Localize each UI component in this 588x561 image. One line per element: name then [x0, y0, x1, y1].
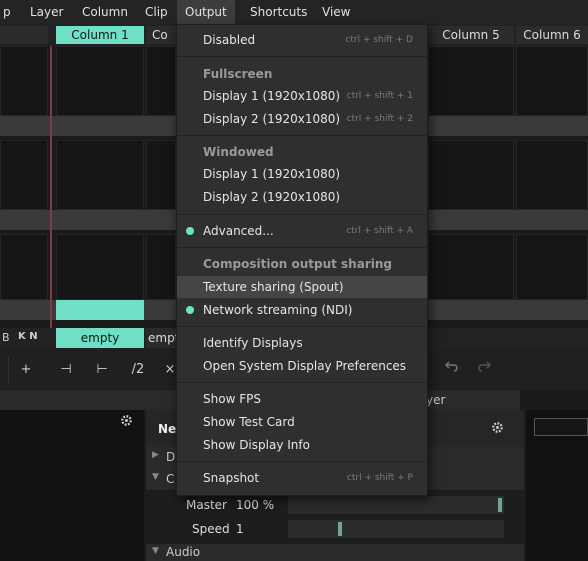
- output-menu: Disabled ctrl + shift + D Fullscreen Dis…: [176, 24, 428, 496]
- clip-slot[interactable]: [146, 234, 176, 300]
- menu-item-open-display-preferences[interactable]: Open System Display Preferences: [177, 355, 427, 377]
- menu-item-fullscreen-display-2[interactable]: Display 2 (1920x1080) ctrl + shift + 2: [177, 108, 427, 130]
- menu-separator: [177, 326, 427, 327]
- menu-separator: [177, 382, 427, 383]
- menu-item-identify-displays[interactable]: Identify Displays: [177, 332, 427, 354]
- search-input[interactable]: [534, 418, 588, 436]
- trim-out-button[interactable]: ⊢: [88, 356, 116, 384]
- menu-item-snapshot[interactable]: Snapshot ctrl + shift + P: [177, 467, 427, 489]
- menu-separator: [177, 247, 427, 248]
- undo-icon[interactable]: [440, 356, 464, 384]
- menu-separator: [177, 461, 427, 462]
- clip-nav-icon[interactable]: K N: [18, 331, 38, 342]
- column-header-2[interactable]: Co: [146, 26, 176, 44]
- section-label: C: [166, 472, 175, 486]
- panel-tab-empty[interactable]: [520, 390, 588, 410]
- menu-header-output-sharing: Composition output sharing: [203, 257, 392, 271]
- section-label: D: [166, 450, 176, 464]
- speed-slider[interactable]: [288, 520, 504, 538]
- clip-slot[interactable]: [0, 140, 48, 210]
- menu-item-windowed-display-2[interactable]: Display 2 (1920x1080): [177, 186, 427, 208]
- checked-dot-icon: [186, 306, 194, 314]
- menu-item-column[interactable]: Column: [82, 5, 128, 21]
- clip-panel-title: Ne: [158, 422, 177, 436]
- menu-separator: [177, 56, 427, 57]
- master-value[interactable]: 100 %: [236, 498, 274, 512]
- collapse-arrow-icon: ▼: [152, 472, 159, 482]
- audio-label: Audio: [166, 545, 201, 559]
- layer-letter: B: [2, 331, 10, 344]
- redo-icon[interactable]: [472, 356, 496, 384]
- column-header-partial[interactable]: [0, 26, 48, 44]
- master-label: Master: [186, 498, 227, 512]
- panel-tab-layer[interactable]: yer: [426, 393, 445, 407]
- toolbar-edge: [0, 356, 9, 384]
- clip-slot[interactable]: [0, 234, 48, 300]
- menu-item-show-fps[interactable]: Show FPS: [177, 388, 427, 410]
- master-slider[interactable]: [288, 496, 504, 514]
- menu-item-ndi[interactable]: Network streaming (NDI): [177, 299, 427, 321]
- menu-bar: p Layer Column Clip Output Shortcuts Vie…: [0, 0, 588, 25]
- column-header-1[interactable]: Column 1: [56, 26, 144, 44]
- clip-slot[interactable]: [428, 46, 514, 116]
- gear-icon[interactable]: [491, 421, 504, 437]
- menu-item-partial[interactable]: p: [3, 5, 11, 21]
- clip-name-selected[interactable]: empty: [56, 328, 144, 348]
- speed-slider-handle[interactable]: [338, 522, 342, 536]
- menu-item-shortcuts[interactable]: Shortcuts: [250, 5, 307, 21]
- menu-header-windowed: Windowed: [203, 145, 274, 159]
- menu-item-clip[interactable]: Clip: [145, 5, 168, 21]
- menu-header-fullscreen: Fullscreen: [203, 67, 273, 81]
- checked-dot-icon: [186, 227, 194, 235]
- menu-item-show-test-card[interactable]: Show Test Card: [177, 411, 427, 433]
- menu-item-spout[interactable]: Texture sharing (Spout): [177, 276, 427, 298]
- column-header-6[interactable]: Column 6: [516, 26, 588, 44]
- gear-icon[interactable]: [120, 414, 134, 428]
- playhead-line: [50, 46, 52, 346]
- clip-slot[interactable]: [56, 140, 144, 210]
- clip-slot[interactable]: [516, 234, 588, 300]
- master-slider-handle[interactable]: [498, 498, 502, 512]
- section-row-audio[interactable]: ▼ Audio: [146, 544, 524, 561]
- menu-item-fullscreen-display-1[interactable]: Display 1 (1920x1080) ctrl + shift + 1: [177, 85, 427, 107]
- menu-item-disabled[interactable]: Disabled ctrl + shift + D: [177, 29, 427, 51]
- menu-item-output[interactable]: Output: [177, 0, 235, 24]
- speed-label: Speed: [192, 522, 230, 536]
- clip-name[interactable]: empt: [146, 328, 176, 348]
- speed-value[interactable]: 1: [236, 522, 244, 536]
- menu-item-view[interactable]: View: [322, 5, 350, 21]
- trim-in-button[interactable]: ⊣: [52, 356, 80, 384]
- clip-slot[interactable]: [146, 140, 176, 210]
- clip-slot[interactable]: [56, 234, 144, 300]
- column-header-5[interactable]: Column 5: [428, 26, 514, 44]
- menu-item-advanced[interactable]: Advanced... ctrl + shift + A: [177, 220, 427, 242]
- right-panel: [526, 410, 588, 561]
- menu-item-windowed-display-1[interactable]: Display 1 (1920x1080): [177, 163, 427, 185]
- menu-separator: [177, 135, 427, 136]
- clip-slot[interactable]: [56, 46, 144, 116]
- expand-arrow-icon: ▶: [152, 450, 159, 460]
- clip-slot[interactable]: [516, 140, 588, 210]
- clip-bar-selected: [56, 300, 144, 320]
- clip-slot[interactable]: [428, 140, 514, 210]
- left-panel: [0, 410, 144, 561]
- menu-item-show-display-info[interactable]: Show Display Info: [177, 434, 427, 456]
- clip-slot[interactable]: [516, 46, 588, 116]
- half-speed-button[interactable]: /2: [124, 356, 152, 384]
- clip-slot[interactable]: [0, 46, 48, 116]
- clip-slot[interactable]: [428, 234, 514, 300]
- menu-item-layer[interactable]: Layer: [30, 5, 63, 21]
- menu-separator: [177, 214, 427, 215]
- add-button[interactable]: +: [12, 356, 40, 384]
- collapse-arrow-icon: ▼: [152, 546, 159, 556]
- clip-slot[interactable]: [146, 46, 176, 116]
